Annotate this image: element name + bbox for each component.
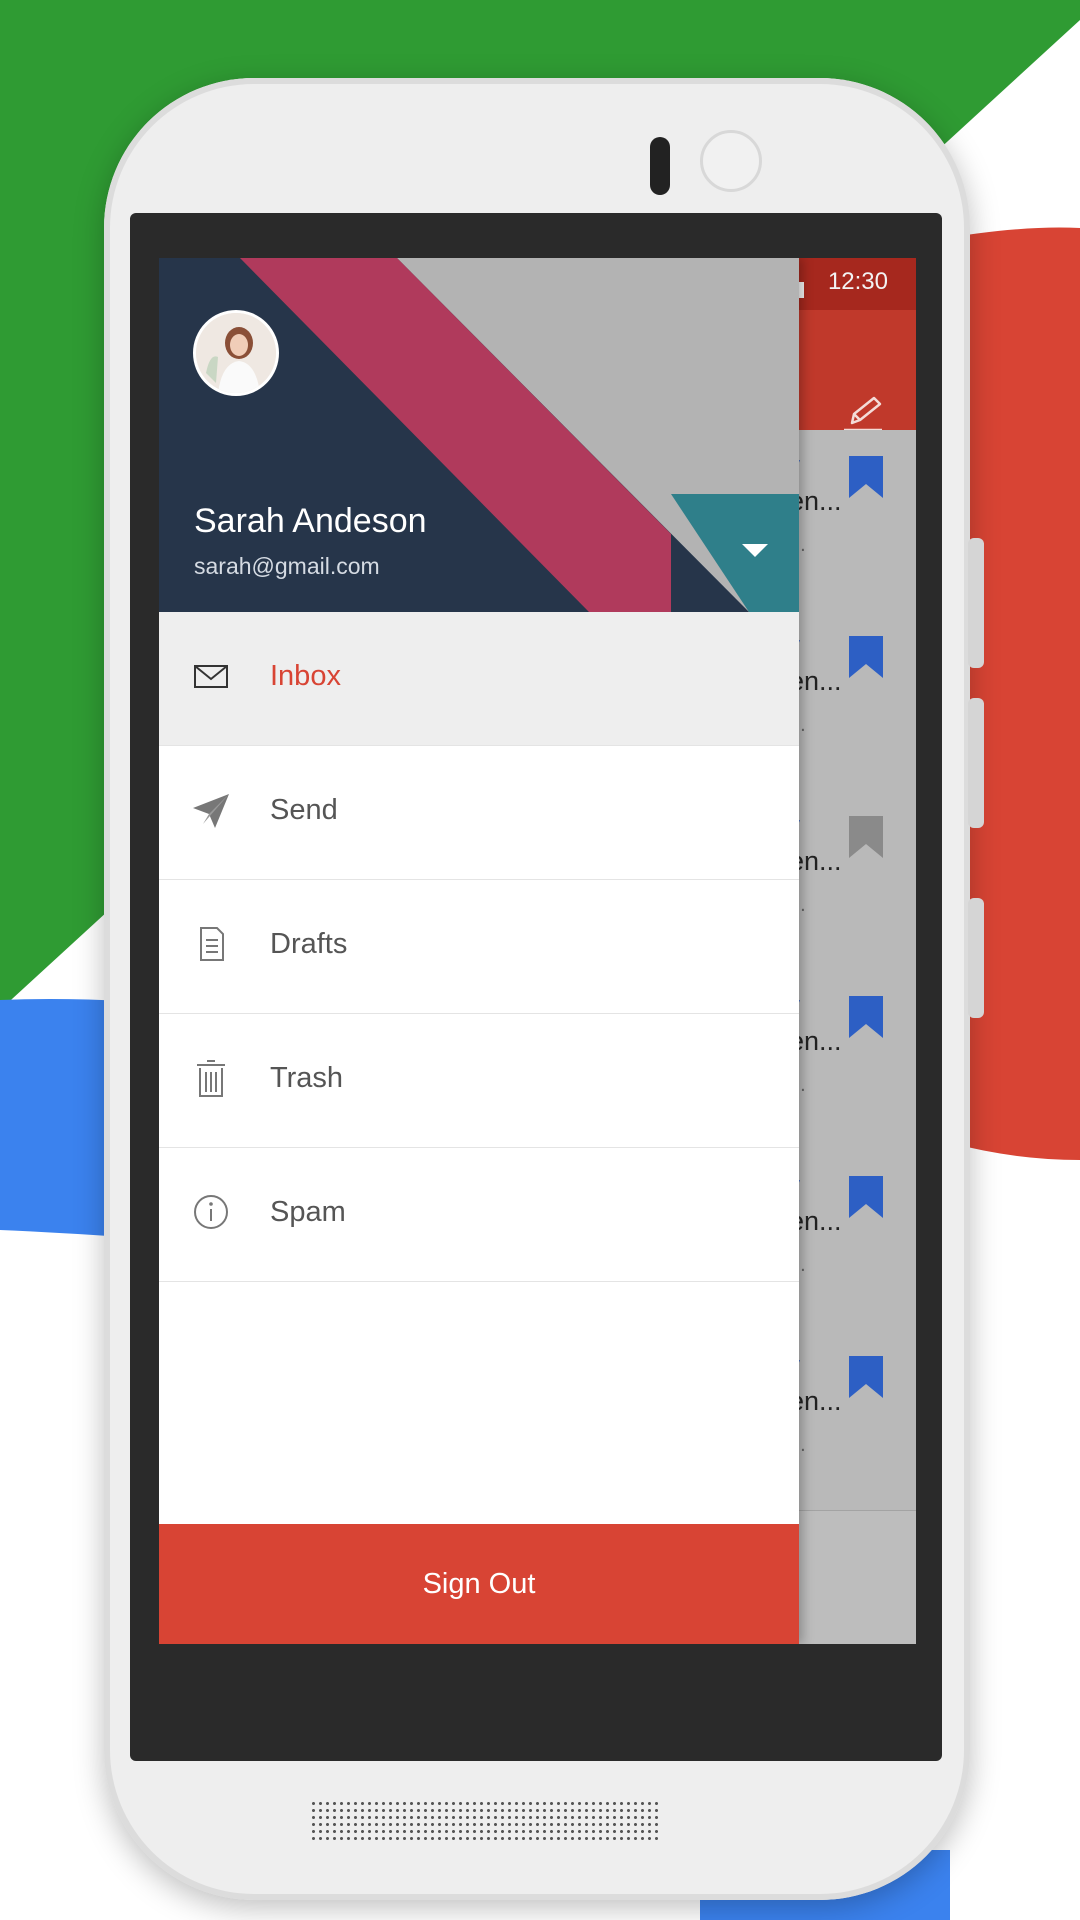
menu-item-label: Drafts <box>270 928 348 960</box>
drawer-header: Sarah Andeson sarah@gmail.com <box>159 258 799 612</box>
bookmark-icon[interactable] <box>849 816 883 858</box>
menu-item-send[interactable]: Send <box>159 746 799 880</box>
trash-icon <box>197 1060 225 1097</box>
menu-item-drafts[interactable]: Drafts <box>159 880 799 1014</box>
navigation-drawer: Sarah Andeson sarah@gmail.com Inbox Send <box>159 258 799 1644</box>
bookmark-icon[interactable] <box>849 1356 883 1398</box>
bookmark-icon[interactable] <box>849 456 883 498</box>
bookmark-icon[interactable] <box>849 996 883 1038</box>
bookmark-icon[interactable] <box>849 1176 883 1218</box>
menu-item-label: Send <box>270 794 338 826</box>
document-icon <box>200 927 224 961</box>
menu-item-label: Inbox <box>270 660 341 692</box>
bottom-speaker-grille <box>310 1800 660 1840</box>
phone-screen: 12:30 y en... ... y en... ... y en... ..… <box>159 258 916 1644</box>
avatar-photo <box>196 313 276 393</box>
menu-item-trash[interactable]: Trash <box>159 1014 799 1148</box>
user-email: sarah@gmail.com <box>194 553 380 579</box>
sign-out-button[interactable]: Sign Out <box>159 1524 799 1644</box>
phone-side-button <box>968 538 984 668</box>
account-dropdown-icon[interactable] <box>742 544 768 558</box>
menu-item-label: Trash <box>270 1062 344 1094</box>
avatar[interactable] <box>193 310 279 396</box>
mail-icon <box>194 665 228 688</box>
menu-item-label: Spam <box>270 1196 346 1228</box>
bookmark-icon[interactable] <box>849 636 883 678</box>
proximity-sensor <box>650 137 670 195</box>
info-icon <box>194 1195 228 1229</box>
phone-side-button <box>968 898 984 1018</box>
user-name: Sarah Andeson <box>194 502 427 540</box>
status-time: 12:30 <box>827 268 888 295</box>
paper-plane-icon <box>193 794 229 828</box>
menu-item-spam[interactable]: Spam <box>159 1148 799 1282</box>
phone-side-button <box>968 698 984 828</box>
front-camera <box>700 130 762 192</box>
menu-item-inbox[interactable]: Inbox <box>159 612 799 746</box>
